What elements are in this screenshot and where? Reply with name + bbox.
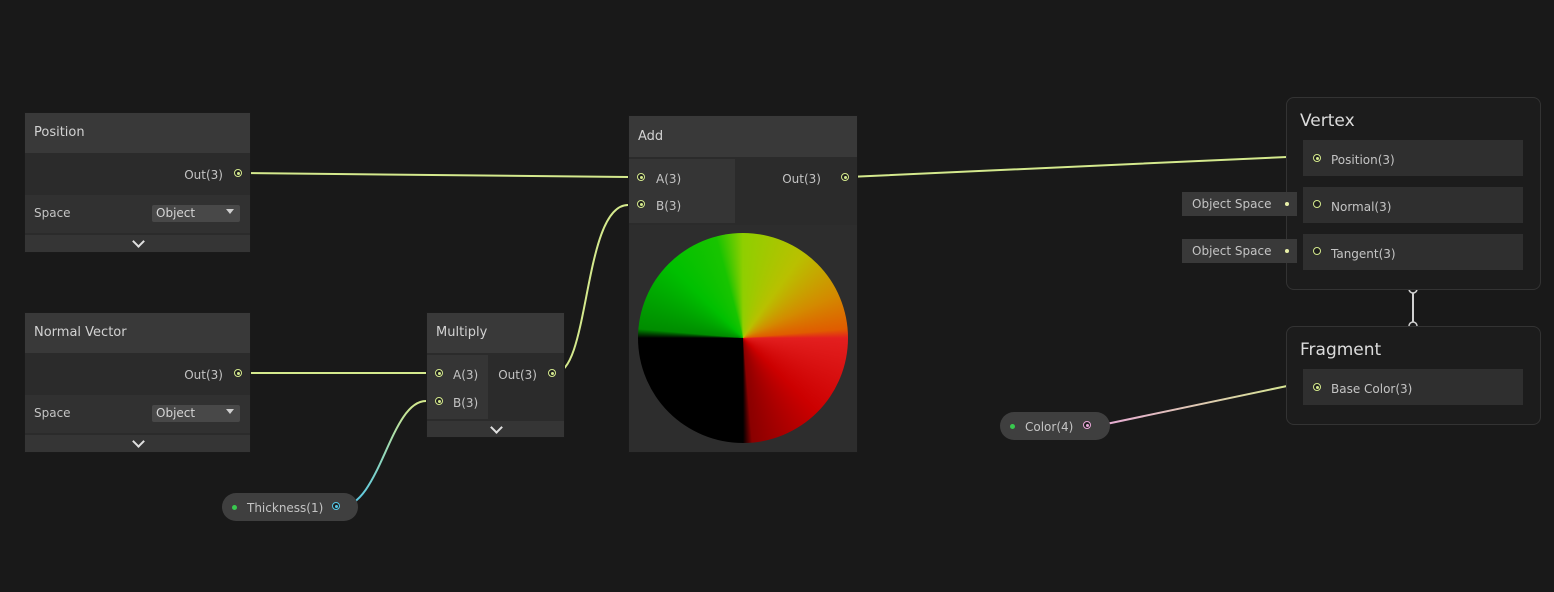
out-port-label: Out(3) [498,368,537,382]
node-header[interactable]: Position [25,113,250,153]
out-port[interactable] [234,169,242,177]
output-row: Out(3) [25,355,250,393]
wire-color-to-base-color [1091,385,1302,428]
out-port-label: Out(3) [184,168,223,182]
preview-sphere [638,233,848,443]
in-port-b-label: B(3) [656,199,682,213]
expand-toggle[interactable] [427,421,564,437]
in-port-b[interactable] [637,200,645,208]
normal-vector-node[interactable]: Normal Vector Out(3) Space Object [25,313,250,452]
exposed-dot-icon [232,505,237,510]
out-port[interactable] [548,369,556,377]
block-label: Tangent(3) [1331,247,1396,261]
inputs-column: A(3) B(3) [427,355,488,419]
context-title: Vertex [1300,111,1355,131]
context-label: Object Space [1192,197,1272,211]
wire-add-to-vertex-position [847,156,1302,178]
out-port[interactable] [841,173,849,181]
node-title: Add [638,129,664,144]
out-port[interactable] [332,502,340,510]
vertex-block-position[interactable]: Position(3) [1303,140,1523,176]
vertex-block-tangent[interactable]: Tangent(3) [1303,234,1523,270]
chevron-down-icon [131,235,145,248]
in-port[interactable] [1313,383,1321,391]
dropdown-arrow-icon [226,209,234,214]
in-port-b[interactable] [435,397,443,405]
wire-position-to-add-a [240,172,629,178]
context-dot-icon [1285,202,1289,206]
space-dropdown[interactable]: Object [152,405,240,422]
dropdown-arrow-icon [226,409,234,414]
tangent-space-context[interactable]: Object Space [1182,239,1297,263]
space-row: Space Object [25,395,250,433]
preview-area [629,225,857,452]
block-label: Normal(3) [1331,200,1392,214]
wire-thickness-to-multiply-b [339,400,427,508]
in-port-b-label: B(3) [453,396,479,410]
normal-space-context[interactable]: Object Space [1182,192,1297,216]
node-header[interactable]: Normal Vector [25,313,250,353]
inputs-column: A(3) B(3) [629,159,735,223]
node-title: Normal Vector [34,325,127,340]
in-port-a-label: A(3) [453,368,479,382]
wire-multiply-to-add-b [554,204,629,374]
block-label: Base Color(3) [1331,382,1413,396]
output-row: Out(3) [25,155,250,193]
context-title: Fragment [1300,340,1382,360]
block-label: Position(3) [1331,153,1395,167]
in-port[interactable] [1313,247,1321,255]
fragment-context[interactable]: Fragment Base Color(3) [1286,326,1541,425]
node-title: Position [34,125,85,140]
vertex-block-normal[interactable]: Normal(3) [1303,187,1523,223]
out-port-label: Out(3) [184,368,223,382]
in-port[interactable] [1313,200,1321,208]
node-header[interactable]: Multiply [427,313,564,353]
chevron-down-icon [489,421,503,434]
in-port-a[interactable] [637,173,645,181]
property-label: Color(4) [1025,420,1074,434]
context-label: Object Space [1192,244,1272,258]
chevron-down-icon [131,435,145,448]
position-node[interactable]: Position Out(3) Space Object [25,113,250,252]
vertex-context[interactable]: Vertex Position(3) Normal(3) Tangent(3) [1286,97,1541,290]
color-property-node[interactable]: Color(4) [1000,412,1110,440]
node-header[interactable]: Add [629,116,857,157]
outputs-column: Out(3) [490,355,564,419]
space-label: Space [34,406,71,420]
space-dropdown[interactable]: Object [152,205,240,222]
out-port-label: Out(3) [782,172,821,186]
property-label: Thickness(1) [247,501,324,515]
out-port[interactable] [1083,421,1091,429]
node-title: Multiply [436,325,488,340]
space-dropdown-value: Object [156,206,196,220]
multiply-node[interactable]: Multiply A(3) B(3) Out(3) [427,313,564,437]
exposed-dot-icon [1010,424,1015,429]
in-port-a-label: A(3) [656,172,682,186]
space-label: Space [34,206,71,220]
outputs-column: Out(3) [737,159,857,223]
add-node[interactable]: Add A(3) B(3) Out(3) [629,116,857,452]
in-port[interactable] [1313,154,1321,162]
space-dropdown-value: Object [156,406,196,420]
expand-toggle[interactable] [25,235,250,252]
fragment-block-base-color[interactable]: Base Color(3) [1303,369,1523,405]
expand-toggle[interactable] [25,435,250,452]
space-row: Space Object [25,195,250,233]
in-port-a[interactable] [435,369,443,377]
out-port[interactable] [234,369,242,377]
context-dot-icon [1285,249,1289,253]
thickness-property-node[interactable]: Thickness(1) [222,493,358,521]
